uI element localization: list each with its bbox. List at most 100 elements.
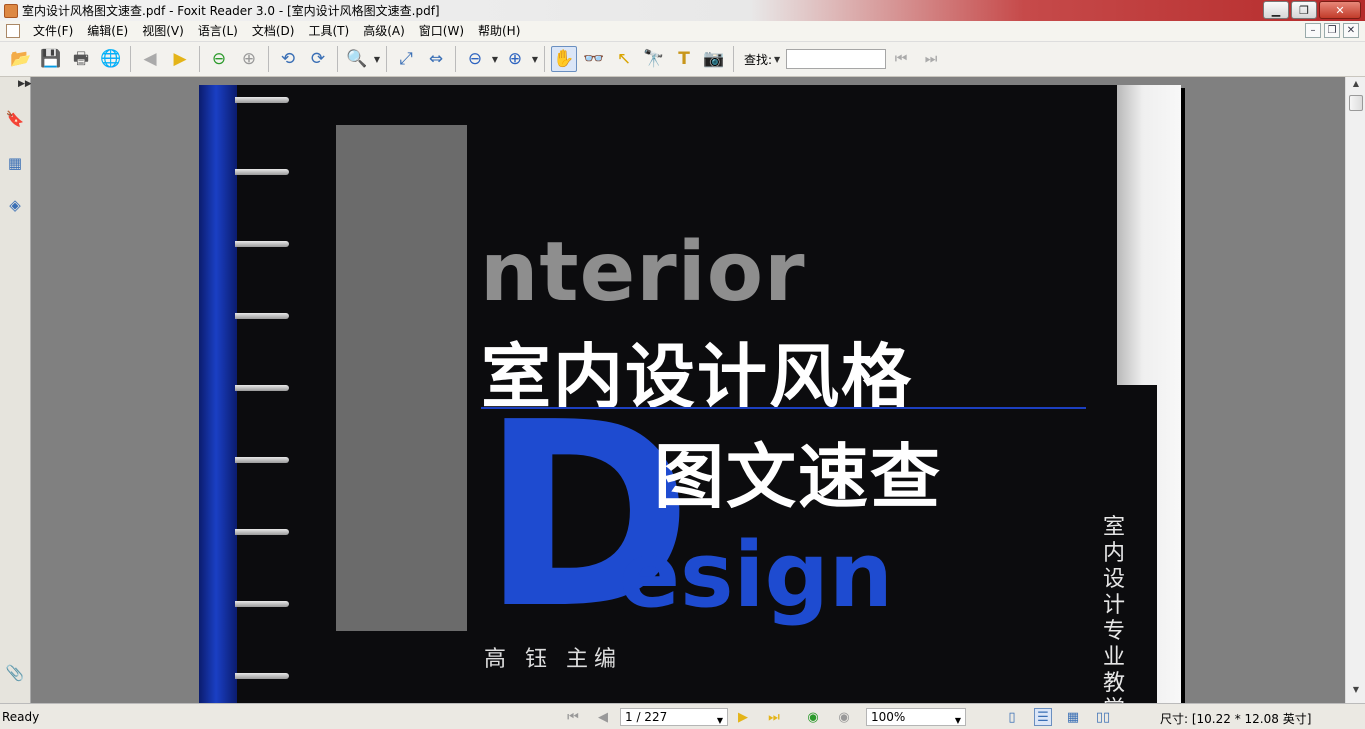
status-bar: Ready ⏮ ◀ 1 / 227 ▼ ▶ ⏭ ◉ ◉ 100% ▼ ▯ ☰ ▦… (0, 703, 1365, 729)
typewriter-glasses-icon[interactable]: 👓 (581, 46, 607, 72)
menu-window[interactable]: 窗口(W) (412, 21, 471, 42)
minimize-button[interactable]: ▁ (1263, 1, 1289, 19)
close-icon: ✕ (1346, 25, 1356, 36)
binder-ring (235, 313, 289, 319)
page-thumbnails-icon[interactable]: ▦ (4, 151, 26, 175)
next-page-icon[interactable]: ▶ (167, 46, 193, 72)
window-controls: ▁ ❐ ✕ (1263, 1, 1361, 19)
cover-word-esign: esign (619, 523, 893, 628)
toolbar-separator (386, 46, 387, 72)
main-toolbar: 📂 💾 🖶 🌐 ◀ ▶ ⊖ ⊕ ⟲ ⟳ 🔍 ▼ ⤢ ⇔ ⊖ ▼ ⊕ ▼ ✋ 👓 … (0, 42, 1365, 77)
window-title: 室内设计风格图文速查.pdf - Foxit Reader 3.0 - [室内设… (22, 4, 440, 18)
prev-page-icon[interactable]: ◀ (594, 708, 612, 726)
menu-view[interactable]: 视图(V) (135, 21, 191, 42)
menu-help[interactable]: 帮助(H) (471, 21, 527, 42)
cover-spine (199, 85, 237, 703)
rotate-left-icon[interactable]: ⟲ (275, 46, 301, 72)
menu-document[interactable]: 文档(D) (245, 21, 302, 42)
restore-button[interactable]: ❐ (1291, 1, 1317, 19)
close-button[interactable]: ✕ (1319, 1, 1361, 19)
cover-author: 高 钰 主编 (484, 647, 622, 672)
doc-close-button[interactable]: ✕ (1343, 23, 1359, 38)
next-page-status-icon[interactable]: ▶ (734, 708, 752, 726)
toolbar-separator (130, 46, 131, 72)
scroll-up-icon[interactable]: ▲ (1346, 79, 1365, 95)
menu-bar: 文件(F) 编辑(E) 视图(V) 语言(L) 文档(D) 工具(T) 高级(A… (0, 21, 1365, 42)
binder-ring (235, 673, 289, 679)
binder-ring (235, 241, 289, 247)
binder-ring (235, 385, 289, 391)
find-input[interactable] (786, 49, 887, 69)
zoom-in-icon[interactable]: ⊕ (502, 46, 528, 72)
forward-view-icon[interactable]: ◉ (835, 708, 853, 726)
menu-edit[interactable]: 编辑(E) (80, 21, 135, 42)
expand-panel-icon[interactable]: ▶▶ (18, 79, 32, 89)
select-text-icon[interactable]: T (671, 46, 697, 72)
scroll-thumb[interactable] (1349, 95, 1363, 111)
cover-vertical-series: 室内设计专业教学 (1102, 515, 1125, 703)
back-view-icon[interactable]: ◉ (804, 708, 822, 726)
snapshot-camera-icon[interactable]: 📷 (701, 46, 727, 72)
rotate-right-icon[interactable]: ⟳ (305, 46, 331, 72)
continuous-facing-view-icon[interactable]: ▯▯ (1094, 708, 1112, 726)
doc-minimize-button[interactable]: – (1305, 23, 1321, 38)
facing-view-icon[interactable]: ▦ (1064, 708, 1082, 726)
restore-icon: ❐ (1327, 25, 1337, 36)
binder-ring (235, 457, 289, 463)
close-icon: ✕ (1335, 3, 1345, 17)
single-page-view-icon[interactable]: ▯ (1003, 708, 1021, 726)
hand-tool-icon[interactable]: ✋ (551, 46, 577, 72)
attachments-icon[interactable]: 📎 (4, 661, 26, 685)
go-back-icon[interactable]: ⊖ (206, 46, 232, 72)
restore-icon: ❐ (1299, 3, 1309, 17)
vertical-scrollbar[interactable]: ▲ ▼ (1345, 77, 1365, 703)
zoom-tool-dropdown-icon[interactable]: ▼ (372, 55, 382, 64)
find-options-dropdown-icon[interactable]: ▼ (772, 55, 782, 64)
binder-ring (235, 169, 289, 175)
menu-language[interactable]: 语言(L) (191, 21, 245, 42)
find-previous-icon[interactable]: ⏮ (888, 46, 914, 72)
foxit-app-icon (4, 3, 18, 18)
binder-ring (235, 601, 289, 607)
zoom-dropdown-icon[interactable]: ▼ (955, 713, 961, 729)
document-viewport[interactable]: nterior 室内设计风格 D 图文速查 esign 高 钰 主编 室内设计专… (31, 77, 1345, 703)
minimize-icon: ▁ (1271, 3, 1281, 17)
zoom-in-dropdown-icon[interactable]: ▼ (530, 55, 540, 64)
status-text: Ready (2, 710, 40, 724)
zoom-out-dropdown-icon[interactable]: ▼ (490, 55, 500, 64)
fit-width-icon[interactable]: ⇔ (423, 46, 449, 72)
continuous-view-icon[interactable]: ☰ (1034, 708, 1052, 726)
binder-ring (235, 529, 289, 535)
last-page-icon[interactable]: ⏭ (765, 708, 783, 726)
navigation-sidebar: ▶▶ 🔖 ▦ ◈ 📎 (0, 77, 32, 703)
first-page-icon[interactable]: ⏮ (564, 708, 582, 726)
go-forward-icon[interactable]: ⊕ (236, 46, 262, 72)
menu-advanced[interactable]: 高级(A) (356, 21, 412, 42)
document-window-controls: – ❐ ✕ (1305, 23, 1359, 38)
title-bar: 室内设计风格图文速查.pdf - Foxit Reader 3.0 - [室内设… (0, 0, 1365, 21)
menu-tools[interactable]: 工具(T) (301, 21, 356, 42)
scroll-down-icon[interactable]: ▼ (1346, 685, 1365, 701)
zoom-out-icon[interactable]: ⊖ (462, 46, 488, 72)
doc-restore-button[interactable]: ❐ (1324, 23, 1340, 38)
menu-file[interactable]: 文件(F) (26, 21, 80, 42)
toolbar-separator (544, 46, 545, 72)
find-next-icon[interactable]: ⏭ (918, 46, 944, 72)
page-dropdown-icon[interactable]: ▼ (717, 713, 723, 729)
select-arrow-icon[interactable]: ↖ (611, 46, 637, 72)
open-folder-icon[interactable]: 📂 (8, 46, 34, 72)
cover-subtitle: 图文速查 (654, 436, 942, 518)
document-icon[interactable] (6, 24, 20, 38)
binoculars-search-icon[interactable]: 🔭 (641, 46, 667, 72)
layers-icon[interactable]: ◈ (4, 193, 26, 217)
print-icon[interactable]: 🖶 (68, 46, 94, 72)
zoom-level-select[interactable]: 100% ▼ (866, 708, 966, 726)
bookmarks-icon[interactable]: 🔖 (4, 107, 26, 131)
email-globe-icon[interactable]: 🌐 (98, 46, 124, 72)
toolbar-separator (337, 46, 338, 72)
previous-page-icon[interactable]: ◀ (137, 46, 163, 72)
save-icon[interactable]: 💾 (38, 46, 64, 72)
page-number-field[interactable]: 1 / 227 ▼ (620, 708, 728, 726)
zoom-in-tool-icon[interactable]: 🔍 (344, 46, 370, 72)
fit-page-icon[interactable]: ⤢ (393, 46, 419, 72)
